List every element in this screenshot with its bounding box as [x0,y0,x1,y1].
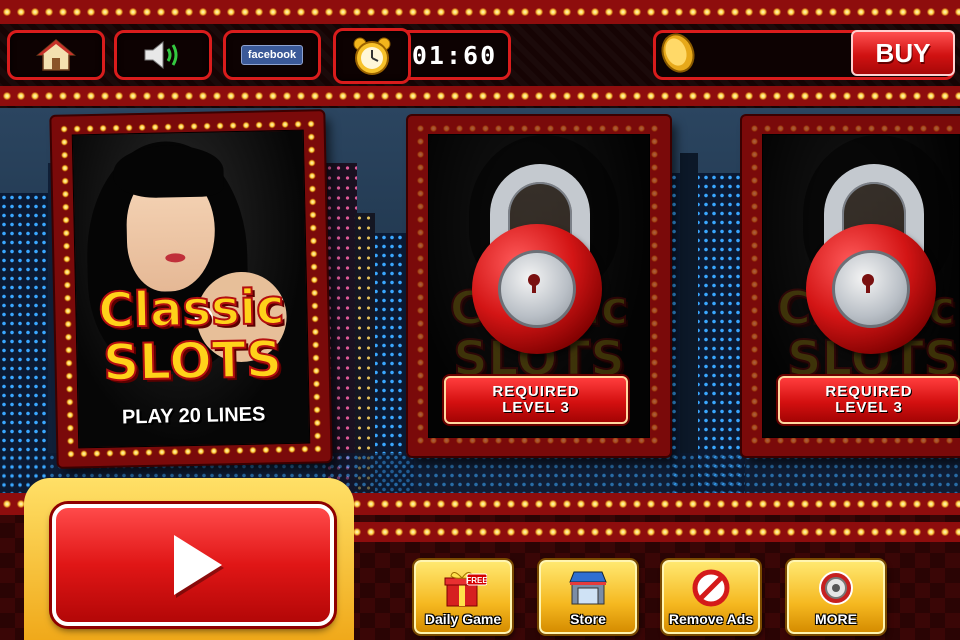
slot-card-locked-1[interactable]: Classic SLOTS REQUIRED LEVEL 3 [408,116,670,456]
play-icon [174,535,222,595]
slot-title-line2: SLOTS [102,329,284,393]
more-button[interactable]: MORE [787,560,885,634]
slot-subtitle: PLAY 20 LINES [121,403,266,429]
requirement-line1: REQUIRED [825,383,913,401]
gold-coin-icon [661,33,695,73]
free-badge: FREE [466,576,487,585]
more-label: MORE [815,611,857,627]
speaker-icon [144,40,178,70]
timer-display: 01:60 [398,30,511,80]
store-icon [569,571,607,605]
daily-game-label: Daily Game [424,611,502,627]
requirement-line2: LEVEL 3 [835,399,903,416]
alarm-button[interactable] [333,28,411,84]
buy-button[interactable]: BUY [851,30,955,76]
no-ads-icon [692,569,730,607]
marquee-lights-bottom-2 [350,522,960,542]
card-artwork: Classic SLOTS PLAY 20 LINES [71,129,311,449]
house-icon [36,39,76,71]
store-button[interactable]: Store [539,560,637,634]
slot-card-locked-2[interactable]: Classic SLOTS REQUIRED LEVEL 3 [742,116,960,456]
facebook-button[interactable]: facebook [223,30,321,80]
required-level-badge: REQUIRED LEVEL 3 [778,376,960,424]
timer-text: 01:60 [411,40,498,70]
more-icon [819,571,853,605]
slot-title-line1: Classic [97,278,286,340]
required-level-badge: REQUIRED LEVEL 3 [444,376,628,424]
slot-card-classic[interactable]: Classic SLOTS PLAY 20 LINES [51,111,331,467]
remove-ads-button[interactable]: Remove Ads [662,560,760,634]
facebook-label: facebook [240,45,304,65]
requirement-line1: REQUIRED [492,383,580,401]
store-label: Store [570,611,606,627]
alarm-clock-icon [353,37,391,75]
home-button[interactable] [7,30,105,80]
sound-button[interactable] [114,30,212,80]
requirement-line2: LEVEL 3 [502,399,570,416]
marquee-lights-header [0,86,960,106]
gift-icon: FREE [444,572,487,607]
marquee-lights-top [0,0,960,24]
remove-ads-label: Remove Ads [668,611,754,627]
daily-game-button[interactable]: FREE Daily Game [414,560,512,634]
play-button[interactable] [52,504,334,626]
